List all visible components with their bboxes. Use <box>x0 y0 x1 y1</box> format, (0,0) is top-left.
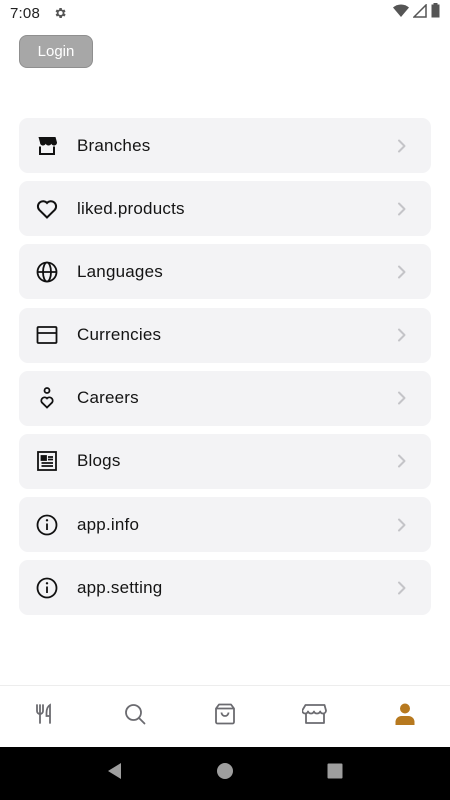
chevron-right-icon <box>395 518 409 532</box>
profile-icon <box>394 702 416 731</box>
chevron-right-icon <box>395 265 409 279</box>
status-time: 7:08 <box>10 4 40 22</box>
battery-icon <box>431 3 440 23</box>
settings-gear-icon <box>52 5 68 21</box>
chevron-right-icon <box>395 454 409 468</box>
menu-item-label: app.info <box>77 514 140 534</box>
home-button[interactable] <box>205 754 245 794</box>
signal-icon <box>412 2 427 23</box>
bag-icon <box>213 702 237 731</box>
info-icon <box>35 513 59 537</box>
menu-item-label: liked.products <box>77 198 185 218</box>
nav-profile[interactable] <box>375 692 435 742</box>
chevron-right-icon <box>395 391 409 405</box>
login-button[interactable]: Login <box>19 35 93 68</box>
menu-item-label: Careers <box>77 388 139 408</box>
menu-item-label: Languages <box>77 261 163 281</box>
nav-search[interactable] <box>105 692 165 742</box>
chevron-right-icon <box>395 328 409 342</box>
back-triangle-icon <box>106 762 124 785</box>
system-nav-bar <box>0 747 450 800</box>
wifi-icon <box>393 4 409 23</box>
recents-button[interactable] <box>315 754 355 794</box>
menu-item-app-setting[interactable]: app.setting <box>19 560 431 616</box>
nav-bag[interactable] <box>195 692 255 742</box>
chevron-right-icon <box>395 581 409 595</box>
chevron-right-icon <box>395 202 409 216</box>
careers-icon <box>35 386 59 410</box>
status-indicators <box>393 2 440 23</box>
menu-item-label: Blogs <box>77 451 121 471</box>
menu-item-branches[interactable]: Branches <box>19 118 431 173</box>
chevron-right-icon <box>395 139 409 153</box>
newspaper-icon <box>35 449 59 473</box>
info-icon <box>35 576 59 600</box>
bottom-nav <box>0 685 450 747</box>
search-icon <box>123 702 147 731</box>
heart-icon <box>35 197 59 221</box>
recents-square-icon <box>327 763 343 784</box>
menu-item-currencies[interactable]: Currencies <box>19 307 431 363</box>
back-button[interactable] <box>95 754 135 794</box>
home-circle-icon <box>216 762 234 785</box>
menu-item-careers[interactable]: Careers <box>19 370 431 426</box>
menu-item-label: Branches <box>77 135 151 155</box>
store-icon <box>35 134 59 158</box>
menu-item-app-info[interactable]: app.info <box>19 497 431 553</box>
status-bar: 7:08 <box>0 0 450 26</box>
menu-item-label: app.setting <box>77 577 163 597</box>
menu-item-blogs[interactable]: Blogs <box>19 433 431 489</box>
restaurant-icon <box>33 702 57 731</box>
menu-item-liked-products[interactable]: liked.products <box>19 181 431 237</box>
globe-icon <box>35 260 59 284</box>
menu-list: Branches liked.products Languages Curren… <box>19 118 431 624</box>
menu-item-languages[interactable]: Languages <box>19 244 431 300</box>
nav-restaurant[interactable] <box>15 692 75 742</box>
menu-item-label: Currencies <box>77 325 162 345</box>
card-icon <box>35 323 59 347</box>
store-icon <box>301 702 328 731</box>
nav-store[interactable] <box>285 692 345 742</box>
